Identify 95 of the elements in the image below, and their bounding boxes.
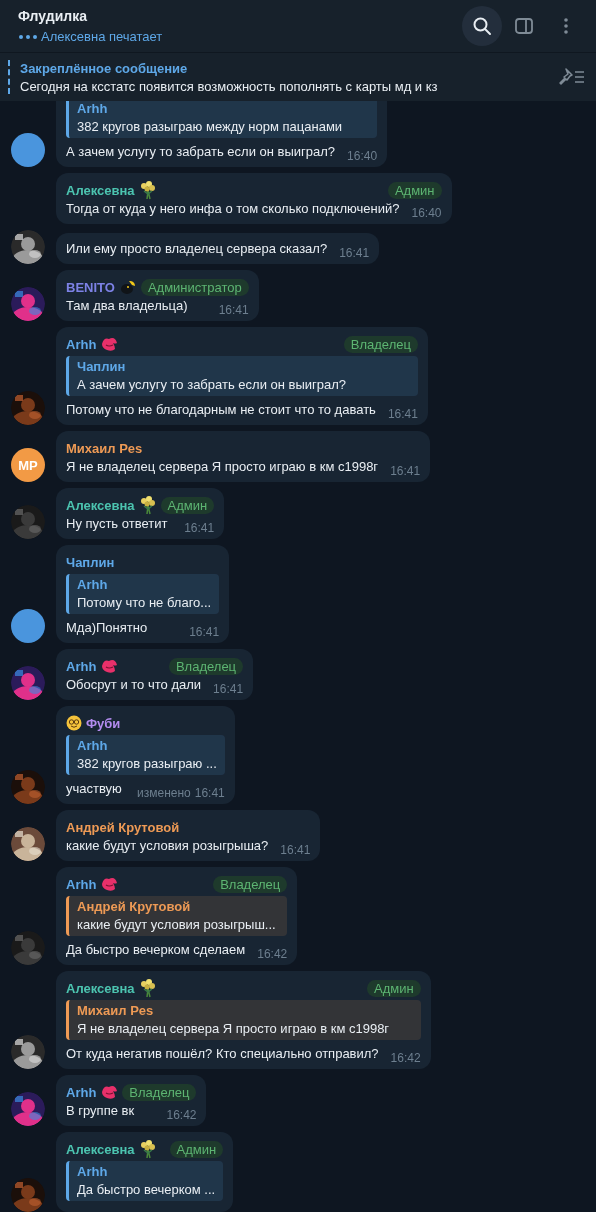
role-label: Администратор xyxy=(140,278,249,296)
reply-quote[interactable]: Чаплин А зачем услугу то забрать если он выиграл? xyxy=(66,356,418,396)
message-time: 16:42 xyxy=(390,1051,421,1065)
sender-name[interactable]: BENITO xyxy=(66,279,115,295)
lips-icon xyxy=(100,876,119,892)
sender-name[interactable]: Arhh xyxy=(66,336,97,352)
pinned-message-bar[interactable]: Закреплённое сообщение Сегодня на ксстатс появится возможность пополнять с карты мд и кз xyxy=(0,52,596,101)
typing-dots-icon xyxy=(18,33,38,40)
reply-author: Андрей Крутовой xyxy=(77,899,192,914)
reply-quote[interactable]: Arhh Да быстро вечерком ... xyxy=(66,1161,224,1201)
avatar[interactable] xyxy=(11,609,45,643)
reply-quote[interactable]: Андрей Крутовой какие будут условия розыгрыш... xyxy=(66,896,288,936)
message-text: А зачем услугу то забрать если он выиграл? xyxy=(66,143,336,161)
message-time: 16:41 xyxy=(390,464,421,478)
role-label: Владелец xyxy=(122,1083,197,1101)
more-icon[interactable] xyxy=(563,17,569,35)
reply-text: Я не владелец сервера Я просто играю в км с1998г xyxy=(77,1021,391,1036)
reply-text: Потому что не благо... xyxy=(77,595,212,610)
flower-bouquet-icon xyxy=(138,978,157,998)
reply-quote[interactable]: Arhh Потому что не благо... xyxy=(66,574,220,614)
chat-title: Флудилка xyxy=(18,8,88,24)
flower-bouquet-icon xyxy=(138,1139,157,1159)
edited-label: изменено xyxy=(137,786,191,800)
reply-text: А зачем услугу то забрать если он выиграл? xyxy=(77,377,348,392)
sender-name[interactable]: Arhh xyxy=(66,1084,97,1100)
sidebar-icon[interactable] xyxy=(514,16,534,36)
lips-icon xyxy=(100,336,119,352)
lips-icon xyxy=(100,658,119,674)
message-time: 16:41 xyxy=(339,246,370,260)
reply-text: какие будут условия розыгрыш... xyxy=(77,917,277,932)
sender-name[interactable]: Алексевна xyxy=(66,1141,135,1157)
search-icon[interactable] xyxy=(472,16,492,36)
message-text: Тогда от куда у него инфа о том сколько подключений? xyxy=(66,200,400,218)
reply-author: Михаил Pes xyxy=(77,1003,155,1018)
typing-status: Алексевна печатает xyxy=(41,29,163,44)
reply-quote[interactable]: Arhh 382 кругов разыграю ... xyxy=(66,735,225,775)
message-time: 16:41 xyxy=(280,843,311,857)
message-time: 16:41 xyxy=(218,303,249,317)
flower-bouquet-icon xyxy=(138,495,157,515)
role-label: Владелец xyxy=(213,875,288,893)
message-text: Я не владелец сервера Я просто играю в км с1998г xyxy=(66,458,379,476)
message-text: Или ему просто владелец сервера сказал? xyxy=(66,240,328,258)
message-time: 16:41 xyxy=(189,625,220,639)
message-time: 16:42 xyxy=(257,947,288,961)
avatar[interactable] xyxy=(11,133,45,167)
bird-icon xyxy=(118,279,137,295)
reply-quote[interactable]: Arhh 382 кругов разыграю между норм пацанами xyxy=(66,101,378,138)
smiley-icon xyxy=(66,715,82,731)
sender-name[interactable]: Алексевна xyxy=(66,980,135,996)
sender-name[interactable]: Arhh xyxy=(66,876,97,892)
pinned-text: Сегодня на ксстатс появится возможность пополнять с карты мд и кз xyxy=(20,78,439,94)
sender-name[interactable]: Arhh xyxy=(66,658,97,674)
flower-bouquet-icon xyxy=(138,180,157,200)
message-text: Ну пусть ответит xyxy=(66,515,168,533)
sender-name[interactable]: Фуби xyxy=(86,715,121,731)
message-text: Обосрут и то что дали xyxy=(66,676,202,694)
pin-list-icon[interactable] xyxy=(558,67,586,87)
role-label: Владелец xyxy=(343,335,418,353)
message-time: 16:40 xyxy=(411,206,442,220)
message-text: Потому что не благодарным не стоит что то давать xyxy=(66,401,376,419)
lips-icon xyxy=(100,1084,119,1100)
role-label: Админ xyxy=(387,181,442,199)
reply-author: Arhh xyxy=(77,577,109,592)
reply-author: Arhh xyxy=(77,101,109,116)
message-time: 16:42 xyxy=(166,1108,197,1122)
message-time: 16:41 xyxy=(213,682,244,696)
pinned-title: Закреплённое сообщение xyxy=(20,60,189,76)
message-time: 16:41 xyxy=(184,521,215,535)
reply-author: Чаплин xyxy=(77,359,127,374)
sender-name[interactable]: Алексевна xyxy=(66,497,135,513)
reply-text: Да быстро вечерком ... xyxy=(77,1182,216,1197)
sender-name[interactable]: Алексевна xyxy=(66,182,135,198)
role-label: Админ xyxy=(367,979,421,997)
message-text: Там два владельца) xyxy=(66,297,188,315)
reply-author: Arhh xyxy=(77,1164,109,1179)
message-text: какие будут условия розыгрыша? xyxy=(66,837,269,855)
message-text: От куда негатив пошёл? Кто специально отправил? xyxy=(66,1045,379,1063)
reply-quote[interactable]: Михаил Pes Я не владелец сервера Я просто играю в км с1998г xyxy=(66,1000,421,1040)
role-label: Админ xyxy=(160,496,215,514)
sender-name[interactable]: Михаил Pes xyxy=(66,440,143,456)
sender-name[interactable]: Чаплин xyxy=(66,554,115,570)
role-label: Владелец xyxy=(168,657,244,675)
reply-author: Arhh xyxy=(77,738,109,753)
reply-text: 382 кругов разыграю ... xyxy=(77,756,217,771)
message-text: участвую xyxy=(66,780,122,798)
search-button[interactable] xyxy=(462,6,502,46)
role-label: Админ xyxy=(169,1140,224,1158)
message-time: 16:40 xyxy=(347,149,378,163)
message-text: В группе вк xyxy=(66,1102,135,1120)
reply-text: 382 кругов разыграю между норм пацанами xyxy=(77,119,344,134)
message-text: Мда)Понятно xyxy=(66,619,148,637)
sender-name[interactable]: Андрей Крутовой xyxy=(66,819,180,835)
message-text: Да быстро вечерком сделаем xyxy=(66,941,246,959)
message-time: 16:41 xyxy=(194,786,225,800)
message-time: 16:41 xyxy=(387,407,418,421)
